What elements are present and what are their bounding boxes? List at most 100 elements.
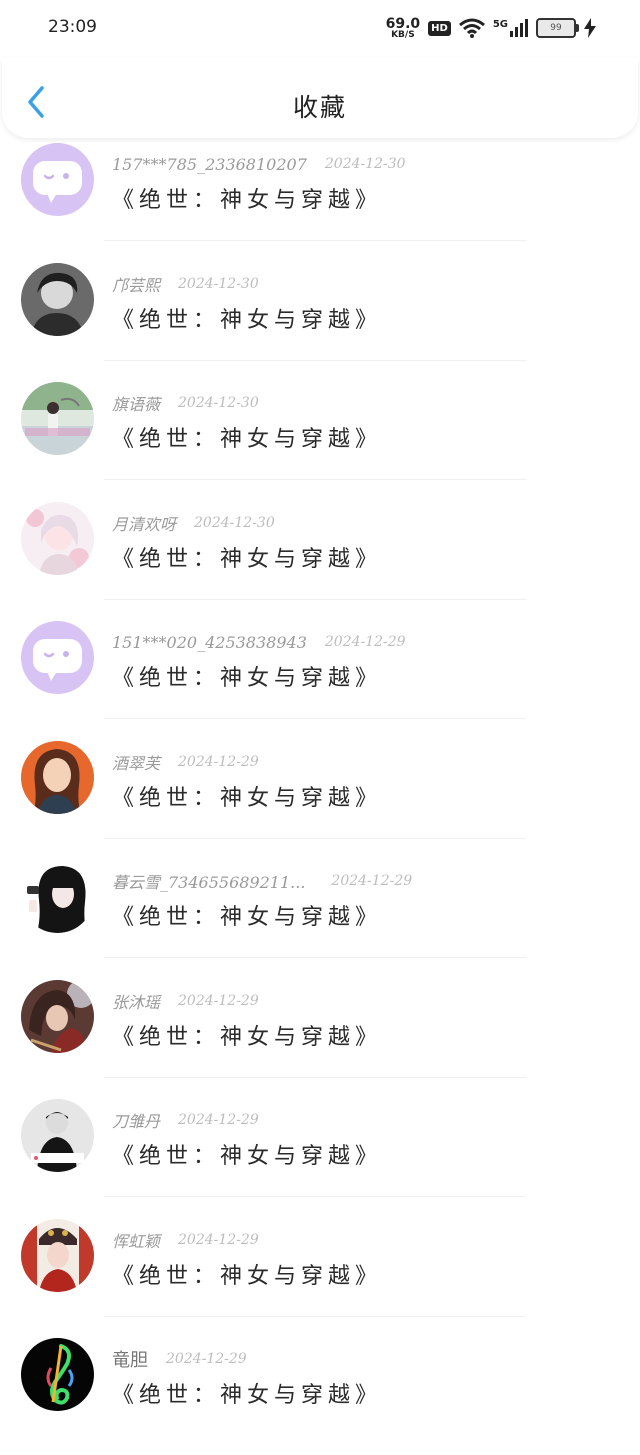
favorites-list: 157***785_2336810207 2024-12-30 《绝世：神女与穿… <box>0 140 640 1455</box>
item-meta: 竜胆 2024-12-29 <box>112 1348 247 1371</box>
divider <box>104 837 526 839</box>
battery-level: 99 <box>550 23 562 33</box>
item-meta: 邝芸熙 2024-12-30 <box>112 273 259 295</box>
user-name: 月清欢呀 <box>112 514 177 534</box>
wifi-icon <box>458 18 485 38</box>
user-name: 邝芸熙 <box>112 275 161 295</box>
user-name: 酒翠芙 <box>112 753 161 773</box>
avatar[interactable] <box>21 501 94 575</box>
divider <box>104 240 526 241</box>
page-title: 收藏 <box>292 93 347 122</box>
item-title: 《绝世：神女与穿越》 <box>112 188 383 213</box>
avatar-photo-icon <box>21 501 94 575</box>
item-date: 2024-12-30 <box>178 395 259 411</box>
avatar-photo-icon <box>21 1218 94 1292</box>
avatar-photo-icon <box>21 979 94 1053</box>
speed-unit: KB/S <box>391 29 415 40</box>
item-meta: 恽虹颖 2024-12-29 <box>112 1229 259 1251</box>
item-meta: 张沐瑶 2024-12-29 <box>112 990 259 1012</box>
signal-5g: 5G <box>493 19 528 37</box>
item-title: 《绝世：神女与穿越》 <box>112 1144 383 1169</box>
avatar[interactable] <box>21 621 94 694</box>
hd-badge: HD <box>428 20 451 36</box>
user-name: 竜胆 <box>112 1350 148 1371</box>
avatar-photo-icon <box>21 860 94 933</box>
item-date: 2024-12-29 <box>178 992 259 1009</box>
item-title: 《绝世：神女与穿越》 <box>112 307 383 333</box>
list-item[interactable]: 151***020_4253838943 2024-12-29 《绝世：神女与穿… <box>0 618 640 738</box>
divider <box>104 479 526 480</box>
avatar[interactable] <box>21 860 94 933</box>
avatar[interactable] <box>21 1218 94 1292</box>
divider <box>104 1196 526 1197</box>
avatar-photo-icon <box>21 382 94 455</box>
item-date: 2024-12-30 <box>194 514 275 531</box>
item-date: 2024-12-29 <box>178 753 259 770</box>
list-item[interactable]: 157***785_2336810207 2024-12-30 《绝世：神女与穿… <box>0 140 640 260</box>
battery-icon: 99 <box>536 18 579 38</box>
item-meta: 暮云雪_734655689211... 2024-12-29 <box>112 870 412 892</box>
item-meta: 酒翠芙 2024-12-29 <box>112 751 259 773</box>
list-item[interactable]: 酒翠芙 2024-12-29 《绝世：神女与穿越》 <box>0 738 640 858</box>
list-item[interactable]: 月清欢呀 2024-12-30 《绝世：神女与穿越》 <box>0 499 640 619</box>
avatar-photo-icon <box>21 262 94 336</box>
avatar-photo-icon <box>21 1338 94 1411</box>
list-item[interactable]: 旗语薇 2024-12-30 《绝世：神女与穿越》 <box>0 379 640 499</box>
item-date: 2024-12-29 <box>166 1351 247 1367</box>
item-meta: 151***020_4253838943 2024-12-29 <box>112 631 406 653</box>
item-meta: 旗语薇 2024-12-30 <box>112 392 259 414</box>
user-name: 旗语薇 <box>112 395 161 414</box>
avatar-photo-icon <box>21 1099 94 1172</box>
item-meta: 刀雏丹 2024-12-29 <box>112 1109 259 1131</box>
item-title: 《绝世：神女与穿越》 <box>112 666 383 691</box>
avatar[interactable] <box>21 262 94 336</box>
network-type: 5G <box>492 19 508 30</box>
avatar[interactable] <box>21 740 94 814</box>
avatar[interactable] <box>21 1338 94 1411</box>
divider <box>104 1076 526 1078</box>
divider <box>104 598 526 600</box>
user-name: 刀雏丹 <box>112 1112 161 1131</box>
item-title: 《绝世：神女与穿越》 <box>112 546 383 572</box>
divider <box>104 957 526 958</box>
list-item[interactable]: 刀雏丹 2024-12-29 《绝世：神女与穿越》 <box>0 1096 640 1216</box>
user-name: 暮云雪_734655689211... <box>112 873 306 892</box>
list-item[interactable]: 张沐瑶 2024-12-29 《绝世：神女与穿越》 <box>0 977 640 1097</box>
item-date: 2024-12-30 <box>324 156 406 172</box>
item-title: 《绝世：神女与穿越》 <box>112 1383 383 1408</box>
item-date: 2024-12-29 <box>331 873 413 889</box>
avatar[interactable] <box>21 143 94 216</box>
user-name: 157***785_2336810207 <box>112 154 307 174</box>
user-name: 151***020_4253838943 <box>112 632 307 652</box>
signal-bars-icon <box>510 19 528 37</box>
nav-header: 收藏 <box>2 58 638 138</box>
list-item[interactable]: 邝芸熙 2024-12-30 《绝世：神女与穿越》 <box>0 260 640 380</box>
item-meta: 月清欢呀 2024-12-30 <box>112 512 275 534</box>
item-title: 《绝世：神女与穿越》 <box>112 905 383 930</box>
item-meta: 157***785_2336810207 2024-12-30 <box>112 153 406 175</box>
item-title: 《绝世：神女与穿越》 <box>112 1263 383 1289</box>
avatar[interactable] <box>21 1099 94 1172</box>
list-item[interactable]: 恽虹颖 2024-12-29 《绝世：神女与穿越》 <box>0 1216 640 1336</box>
charging-bolt-icon <box>584 18 596 38</box>
divider <box>104 1315 526 1317</box>
item-title: 《绝世：神女与穿越》 <box>112 1024 383 1050</box>
divider <box>104 359 526 361</box>
item-date: 2024-12-29 <box>178 1112 259 1128</box>
avatar-photo-icon <box>21 740 94 814</box>
item-date: 2024-12-29 <box>324 634 406 650</box>
avatar[interactable] <box>21 382 94 455</box>
status-time: 23:09 <box>48 17 97 37</box>
divider <box>104 718 526 719</box>
chat-bubble-icon <box>33 161 82 203</box>
user-name: 张沐瑶 <box>112 992 161 1012</box>
list-item[interactable]: 暮云雪_734655689211... 2024-12-29 《绝世：神女与穿越… <box>0 857 640 977</box>
network-speed: 69.0 KB/S <box>386 17 421 40</box>
list-item[interactable]: 竜胆 2024-12-29 《绝世：神女与穿越》 <box>0 1335 640 1455</box>
item-date: 2024-12-29 <box>178 1231 259 1248</box>
avatar[interactable] <box>21 979 94 1053</box>
item-date: 2024-12-30 <box>178 275 259 292</box>
item-title: 《绝世：神女与穿越》 <box>112 785 383 811</box>
status-bar: 23:09 69.0 KB/S HD 5G 99 <box>0 0 640 58</box>
user-name: 恽虹颖 <box>112 1231 161 1251</box>
